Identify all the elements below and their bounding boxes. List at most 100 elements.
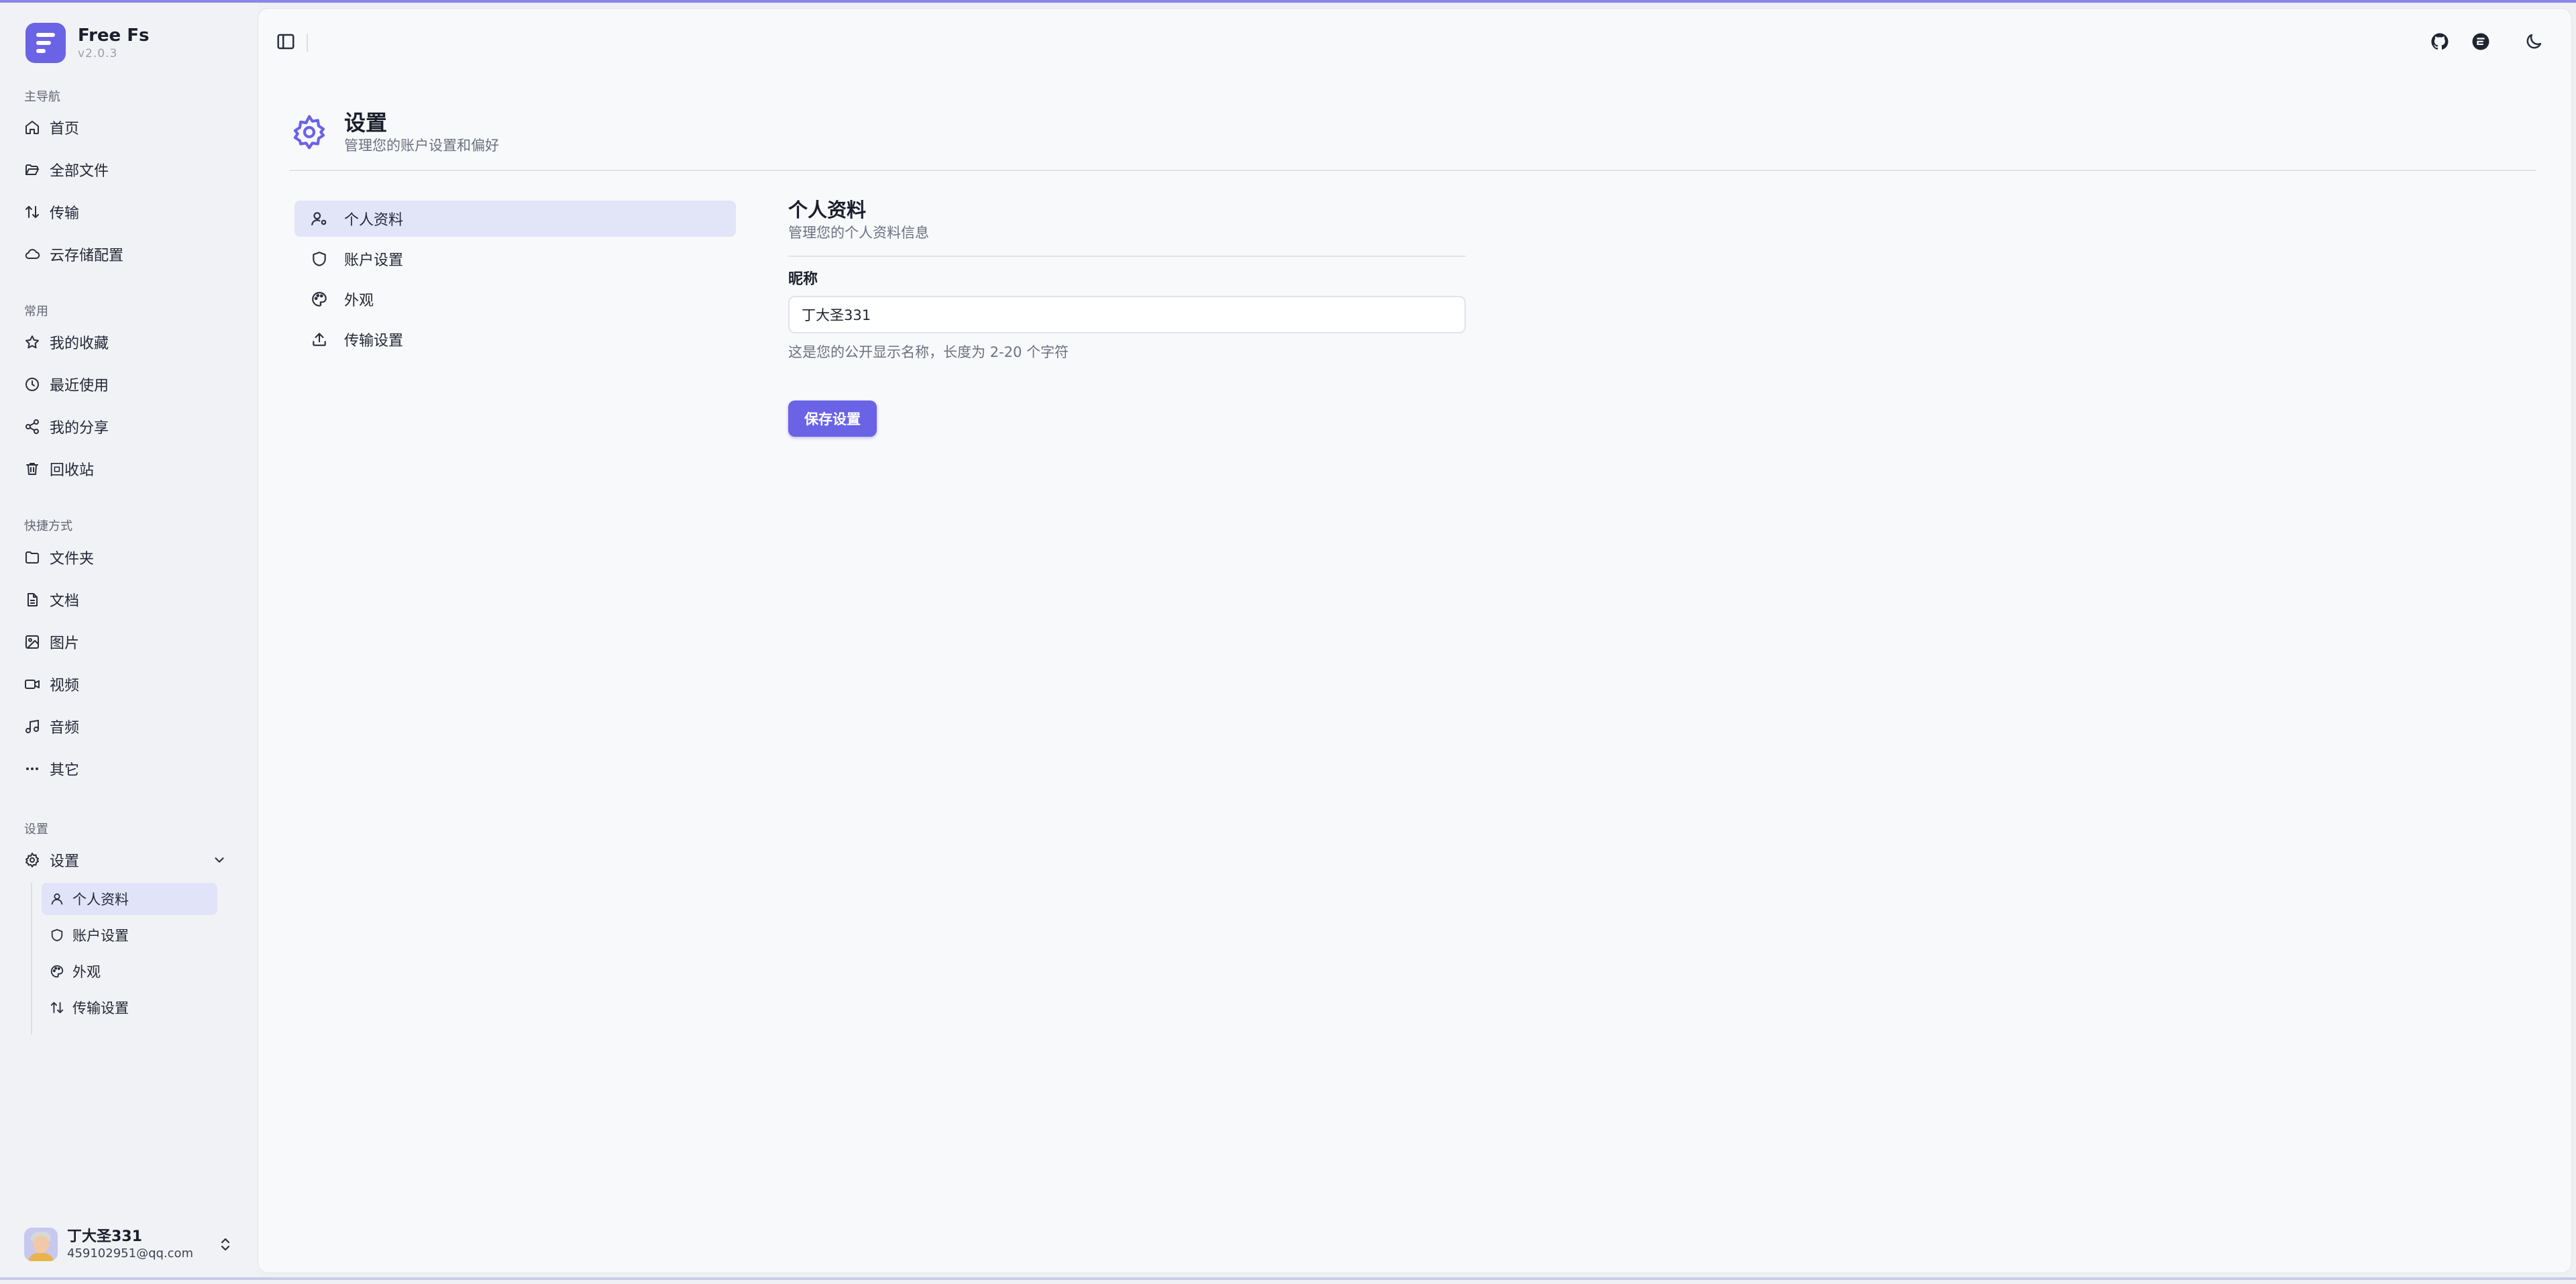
sidebar-subitem-account[interactable]: 账户设置 (42, 919, 217, 951)
sidebar-item-trash[interactable]: 回收站 (24, 453, 232, 485)
sidebar-item-folders[interactable]: 文件夹 (24, 541, 232, 574)
clock-icon (25, 378, 39, 391)
settings-gear-icon (293, 115, 325, 150)
arrow-up-down-icon (25, 206, 39, 218)
sidebar-item-label: 文档 (50, 593, 80, 610)
settings-menu-transfer[interactable]: 传输设置 (294, 321, 736, 358)
sidebar-item-shares[interactable]: 我的分享 (24, 411, 232, 443)
user-icon (51, 893, 63, 905)
sidebar-item-other[interactable]: 其它 (24, 753, 232, 785)
gear-icon (25, 853, 39, 867)
sidebar-item-label: 其它 (50, 762, 80, 779)
sidebar-item-transfer[interactable]: 传输 (24, 196, 232, 228)
arrow-up-down-icon (50, 1002, 64, 1014)
sidebar-item-label: 传输 (50, 205, 80, 222)
sidebar-item-images[interactable]: 图片 (24, 626, 232, 658)
page-title: 设置 (344, 110, 388, 136)
settings-menu-profile[interactable]: 个人资料 (294, 201, 736, 237)
user-email: 459102951@qq.com (67, 1246, 194, 1261)
nickname-input[interactable] (788, 296, 1466, 333)
sidebar-item-label: 文件夹 (50, 551, 95, 568)
settings-menu-label: 外观 (344, 292, 374, 309)
settings-menu-appearance[interactable]: 外观 (294, 281, 736, 317)
sidebar-item-favorites[interactable]: 我的收藏 (24, 326, 232, 358)
chevron-down-icon[interactable] (212, 853, 227, 867)
star-icon (25, 335, 39, 349)
section-title-common: 常用 (24, 305, 48, 319)
app-name: Free Fs (78, 25, 150, 46)
cloud-icon (25, 249, 40, 259)
more-horizontal-icon (26, 767, 38, 770)
user-name: 丁大圣331 (67, 1228, 142, 1245)
section-title-settings: 设置 (24, 822, 48, 837)
toolbar-separator (307, 34, 308, 52)
sidebar-subitem-profile[interactable]: 个人资料 (42, 883, 217, 915)
section-title-shortcuts: 快捷方式 (24, 519, 72, 533)
folder-icon (25, 551, 39, 564)
sidebar-item-label: 首页 (50, 121, 80, 138)
settings-menu-account[interactable]: 账户设置 (294, 241, 736, 277)
brand[interactable]: Free Fs v2.0.3 (25, 23, 149, 63)
section-title-main: 主导航 (24, 90, 60, 104)
sidebar-item-label: 图片 (50, 635, 80, 652)
section-title: 个人资料 (788, 199, 867, 221)
bottom-border-line (0, 1277, 2576, 1280)
folder-open-icon (25, 164, 39, 175)
github-icon[interactable] (2430, 32, 2450, 52)
sidebar-item-label: 回收站 (50, 462, 95, 479)
sidebar-item-label: 最近使用 (50, 378, 109, 394)
nickname-label: 昵称 (788, 271, 818, 288)
image-icon (25, 635, 39, 649)
shield-icon (51, 928, 63, 942)
sidebar-item-videos[interactable]: 视频 (24, 668, 232, 700)
sidebar-subitem-label: 账户设置 (72, 928, 129, 944)
sidebar-item-home[interactable]: 首页 (24, 111, 232, 144)
sidebar-subitem-transfer-settings[interactable]: 传输设置 (42, 992, 217, 1024)
share-icon (25, 419, 39, 434)
app-logo-icon (25, 23, 66, 63)
settings-menu-label: 传输设置 (344, 333, 404, 350)
header-divider (289, 170, 2536, 171)
music-icon (25, 719, 39, 733)
settings-menu-label: 个人资料 (344, 212, 404, 229)
sidebar-item-all-files[interactable]: 全部文件 (24, 154, 232, 186)
sidebar-item-documents[interactable]: 文档 (24, 584, 232, 616)
sidebar-item-label: 设置 (50, 853, 80, 870)
sidebar-item-cloud-storage[interactable]: 云存储配置 (24, 238, 232, 270)
app-version: v2.0.3 (78, 47, 118, 60)
save-settings-button[interactable]: 保存设置 (788, 400, 877, 437)
page-subtitle: 管理您的账户设置和偏好 (344, 138, 499, 154)
moon-icon[interactable] (2524, 32, 2544, 52)
sidebar-item-settings[interactable]: 设置 (24, 844, 232, 876)
top-accent-line (0, 0, 2576, 3)
sidebar-item-recent[interactable]: 最近使用 (24, 368, 232, 400)
sidebar: Free Fs v2.0.3 主导航 首页 全部文件 传输 云存储配置 常用 我… (0, 3, 258, 1277)
settings-tree-line (31, 883, 32, 1034)
user-menu[interactable]: 丁大圣331 459102951@qq.com (24, 1225, 233, 1264)
sidebar-toggle-icon[interactable] (276, 32, 296, 52)
user-cog-icon (311, 212, 327, 225)
shield-icon (313, 252, 326, 266)
section-divider (788, 256, 1466, 257)
gitee-icon[interactable] (2471, 32, 2491, 52)
sidebar-item-label: 我的收藏 (50, 335, 109, 352)
palette-icon (312, 292, 327, 307)
file-text-icon (28, 593, 38, 606)
settings-menu-label: 账户设置 (344, 252, 404, 269)
home-icon (25, 121, 39, 134)
chevrons-up-down-icon (221, 1238, 230, 1251)
trash-icon (26, 463, 38, 475)
section-subtitle: 管理您的个人资料信息 (788, 225, 929, 241)
sidebar-item-label: 我的分享 (50, 420, 109, 437)
sidebar-subitem-appearance[interactable]: 外观 (42, 955, 217, 987)
palette-icon (50, 965, 64, 978)
sidebar-item-label: 视频 (50, 678, 80, 694)
sidebar-item-label: 音频 (50, 720, 80, 737)
main-panel: 设置 管理您的账户设置和偏好 个人资料 账户设置 外观 传输设置 个人资料 管理… (258, 8, 2572, 1273)
sidebar-subitem-label: 外观 (72, 964, 101, 980)
sidebar-item-audio[interactable]: 音频 (24, 710, 232, 743)
upload-icon (313, 333, 326, 346)
video-icon (25, 680, 40, 689)
sidebar-item-label: 全部文件 (50, 163, 109, 180)
sidebar-subitem-label: 个人资料 (72, 892, 129, 908)
